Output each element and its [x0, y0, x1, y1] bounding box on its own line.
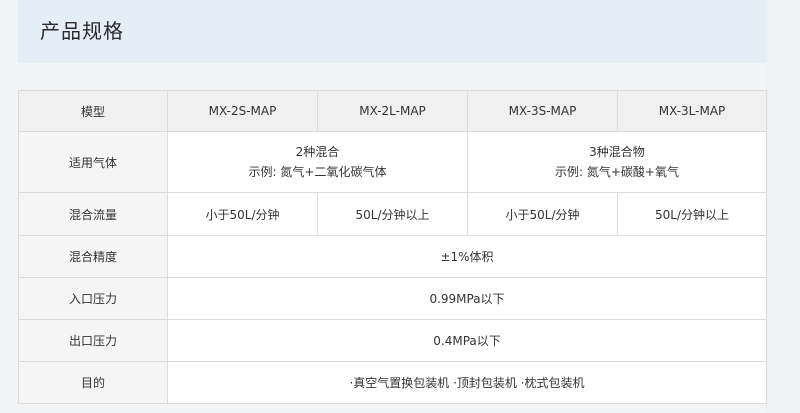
flow-cell-2: 50L/分钟以上	[317, 192, 468, 236]
row-label-inlet: 入口压力	[18, 277, 168, 320]
outlet-value: 0.4MPa以下	[167, 319, 767, 362]
gas-two-example: 示例: 氮气+二氧化碳气体	[248, 165, 387, 179]
row-label-gas: 适用气体	[18, 131, 168, 193]
table-row-inlet: 入口压力 0.99MPa以下	[18, 277, 767, 320]
page-header: 产品规格	[18, 0, 766, 63]
flow-cell-1: 小于50L/分钟	[167, 192, 318, 236]
page-background-right	[766, 0, 800, 413]
flow-cell-4: 50L/分钟以上	[617, 192, 767, 236]
row-label-purpose: 目的	[18, 361, 168, 404]
header-model-4: MX-3L-MAP	[617, 90, 767, 132]
gas-three-example: 示例: 氮气+碳酸+氧气	[555, 165, 679, 179]
inlet-value: 0.99MPa以下	[167, 277, 767, 320]
flow-cell-3: 小于50L/分钟	[467, 192, 618, 236]
gas-two-title: 2种混合	[295, 145, 340, 159]
table-header-row: 模型 MX-2S-MAP MX-2L-MAP MX-3S-MAP MX-3L-M…	[18, 90, 767, 132]
table-row-flow: 混合流量 小于50L/分钟 50L/分钟以上 小于50L/分钟 50L/分钟以上	[18, 192, 767, 236]
table-row-accuracy: 混合精度 ±1%体积	[18, 235, 767, 278]
header-model-2: MX-2L-MAP	[317, 90, 468, 132]
accuracy-value: ±1%体积	[167, 235, 767, 278]
table-row-outlet: 出口压力 0.4MPa以下	[18, 319, 767, 362]
spec-table: 模型 MX-2S-MAP MX-2L-MAP MX-3S-MAP MX-3L-M…	[18, 90, 767, 404]
gas-three-cell: 3种混合物 示例: 氮气+碳酸+氧气	[467, 131, 767, 193]
table-row-gas: 适用气体 2种混合 示例: 氮气+二氧化碳气体 3种混合物 示例: 氮气+碳酸+…	[18, 131, 767, 193]
page-title: 产品规格	[40, 19, 124, 43]
header-model-3: MX-3S-MAP	[467, 90, 618, 132]
header-label-model: 模型	[18, 90, 168, 132]
gas-three-title: 3种混合物	[589, 145, 645, 159]
gas-two-cell: 2种混合 示例: 氮气+二氧化碳气体	[167, 131, 468, 193]
row-label-outlet: 出口压力	[18, 319, 168, 362]
table-row-purpose: 目的 ·真空气置换包装机 ·顶封包装机 ·枕式包装机	[18, 361, 767, 404]
row-label-flow: 混合流量	[18, 192, 168, 236]
row-label-accuracy: 混合精度	[18, 235, 168, 278]
header-model-1: MX-2S-MAP	[167, 90, 318, 132]
purpose-value: ·真空气置换包装机 ·顶封包装机 ·枕式包装机	[167, 361, 767, 404]
